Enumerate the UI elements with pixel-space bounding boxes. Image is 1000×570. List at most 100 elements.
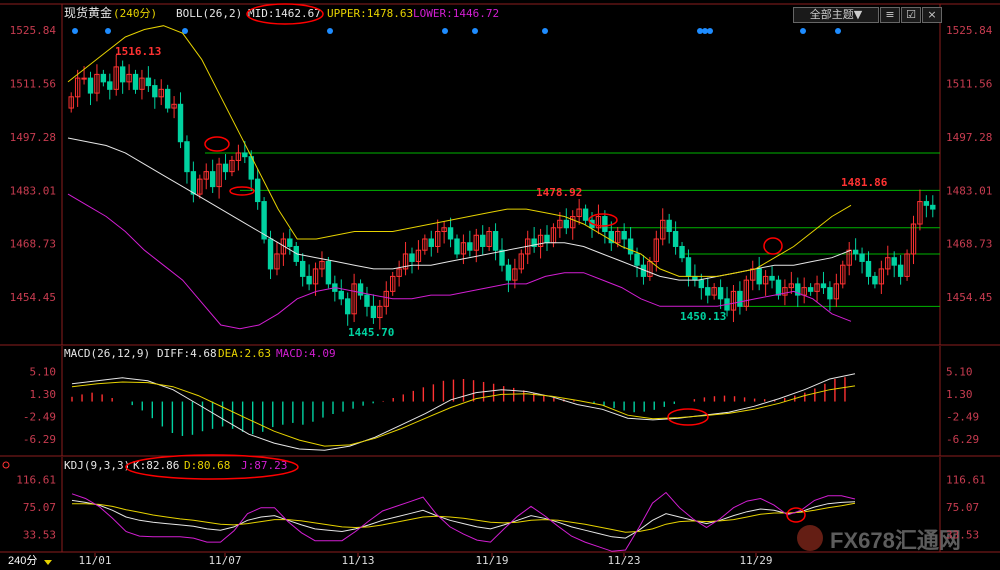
period-badge[interactable]: 240分 [8, 554, 37, 567]
candle-body [737, 290, 743, 307]
candle-body [306, 275, 312, 285]
candle-body [544, 234, 550, 244]
candle-body [299, 260, 306, 277]
macd-tick-right: 5.10 [946, 365, 973, 378]
candle-body [698, 279, 705, 289]
candle-body [692, 275, 698, 281]
candle-body [152, 85, 158, 98]
kdj-tick-left: 75.07 [23, 501, 56, 514]
checkbox-button[interactable]: ☑ [901, 7, 921, 23]
boll-upper: UPPER:1478.63 [327, 7, 413, 20]
candle-body [428, 238, 434, 247]
price-tick-right: 1511.56 [946, 78, 992, 91]
candle-body [492, 231, 499, 251]
price-annotation: 1445.70 [348, 326, 394, 339]
candle-body [107, 81, 113, 90]
candle-body [852, 249, 859, 255]
candle-body [891, 257, 897, 266]
candle-body [621, 231, 627, 240]
candle-body [480, 234, 486, 247]
kdj-j: J:87.23 [241, 459, 287, 472]
candle-body [582, 208, 589, 221]
event-dot [835, 28, 841, 34]
candle-body [807, 287, 814, 292]
candle-body [872, 275, 878, 285]
boll-label: BOLL(26,2) [176, 7, 242, 20]
candle-body [769, 275, 775, 281]
candle-body [666, 219, 672, 233]
event-dot [707, 28, 713, 34]
macd-tick-right: -2.49 [946, 410, 979, 423]
candle-body [820, 283, 827, 289]
candle-body [930, 204, 936, 210]
candle-body [287, 238, 293, 247]
kdj-tick-left: 33.53 [23, 528, 56, 541]
candle-body [364, 294, 370, 307]
candle-body [634, 253, 640, 266]
event-dot [105, 28, 111, 34]
macd-tick-right: 1.30 [946, 388, 973, 401]
candle-body [679, 245, 685, 259]
event-dot [800, 28, 806, 34]
macd-tick-left: -2.49 [23, 410, 56, 423]
candle-body [756, 268, 762, 285]
candle-body [222, 163, 229, 173]
menu-button[interactable]: ≡ [880, 7, 900, 23]
close-button[interactable]: × [922, 7, 942, 23]
candle-body [499, 249, 505, 266]
candle-body [409, 253, 415, 262]
event-dot [442, 28, 448, 34]
price-annotation: 1481.86 [841, 176, 888, 189]
macd-tick-right: -6.29 [946, 433, 979, 446]
candle-body [184, 141, 190, 173]
boll-mid: MID:1462.67 [248, 7, 321, 20]
logo-icon [797, 525, 823, 551]
candle-body [100, 73, 107, 83]
candle-body [357, 283, 364, 296]
candle-body [563, 219, 569, 229]
candle-body [672, 231, 679, 247]
price-tick-right: 1483.01 [946, 184, 992, 197]
candle-body [119, 66, 126, 83]
theme-dropdown[interactable]: 全部主题▼ [793, 7, 879, 23]
kdj-tick-left: 116.61 [16, 474, 56, 487]
price-tick-left: 1483.01 [10, 184, 56, 197]
price-tick-left: 1497.28 [10, 131, 56, 144]
candle-body [775, 279, 782, 296]
candle-body [242, 152, 248, 158]
kdj-label: KDJ(9,3,3) [64, 459, 130, 472]
boll-lower: LOWER:1446.72 [413, 7, 499, 20]
price-annotation: 1450.13 [680, 310, 726, 323]
candle-body [370, 305, 377, 319]
candle-body [254, 178, 261, 203]
candle-body [267, 238, 274, 270]
watermark: FX678汇通网 [830, 528, 961, 553]
candle-body [145, 77, 152, 87]
candle-body [338, 290, 344, 300]
macd-tick-left: 1.30 [30, 388, 57, 401]
candle-body [325, 260, 332, 285]
chart-period: (240分) [113, 7, 157, 20]
candle-body [190, 171, 197, 195]
macd-value: MACD:4.09 [276, 347, 336, 360]
candle-body [177, 103, 184, 143]
event-dot [72, 28, 78, 34]
candle-body [467, 242, 473, 251]
candle-body [164, 88, 171, 109]
price-tick-left: 1511.56 [10, 78, 56, 91]
candle-body [209, 171, 216, 188]
kdj-d: D:80.68 [184, 459, 230, 472]
candle-body [827, 287, 833, 300]
candle-body [897, 264, 904, 277]
candle-body [505, 264, 512, 281]
price-tick-right: 1525.84 [946, 24, 993, 37]
price-annotation: 1516.13 [115, 45, 161, 58]
chart-canvas[interactable]: 现货黄金 (240分) BOLL(26,2) MID:1462.67 UPPER… [0, 0, 1000, 570]
macd-diff: DIFF:4.68 [157, 347, 217, 360]
candle-body [81, 77, 87, 80]
candle-body [132, 73, 139, 90]
macd-label: MACD(26,12,9) [64, 347, 150, 360]
candle-body [685, 257, 692, 277]
price-tick-right: 1468.73 [946, 238, 992, 251]
kdj-tick-right: 116.61 [946, 474, 986, 487]
